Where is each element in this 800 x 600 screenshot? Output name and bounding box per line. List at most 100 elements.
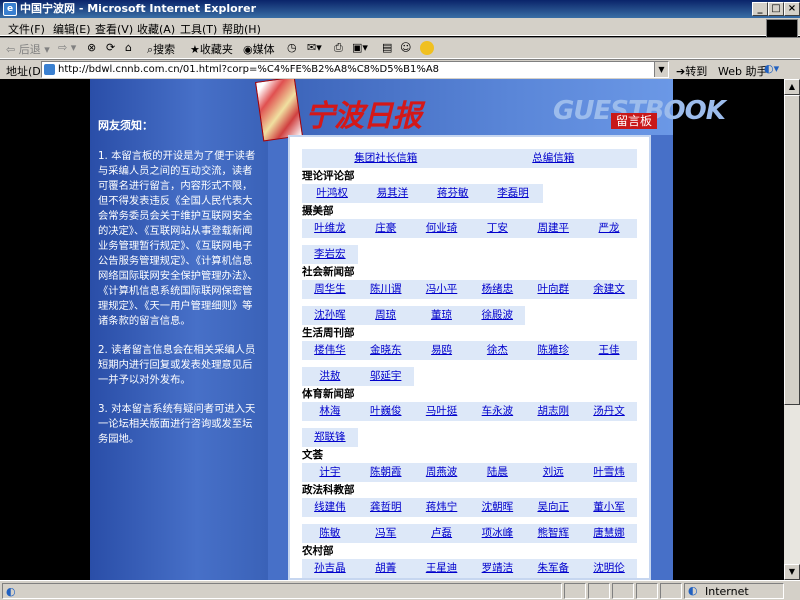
close-button[interactable]: ×	[784, 2, 800, 16]
staff-link[interactable]: 徐殿波	[469, 306, 525, 325]
menu-favorites[interactable]: 收藏(A)	[137, 21, 175, 37]
staff-link[interactable]: 易鸥	[414, 341, 470, 360]
menu-tools[interactable]: 工具(T)	[180, 21, 217, 37]
media-button[interactable]: ◉媒体	[243, 41, 275, 57]
staff-link[interactable]: 叶巍俊	[358, 402, 414, 421]
staff-link[interactable]: 项冰峰	[469, 524, 525, 543]
staff-link[interactable]: 楼伟华	[302, 341, 358, 360]
print-icon[interactable]: ⎙	[334, 41, 343, 55]
discuss-icon[interactable]: ▤	[382, 41, 392, 54]
staff-link[interactable]: 叶雪炜	[581, 463, 637, 482]
staff-link[interactable]: 严龙	[581, 219, 637, 238]
go-button[interactable]: ➔转到	[676, 63, 707, 79]
staff-link[interactable]: 蒋炜宁	[414, 498, 470, 517]
maximize-button[interactable]: □	[768, 2, 784, 16]
staff-link[interactable]: 胡菁	[358, 559, 414, 578]
address-url: http://bdwl.cnnb.com.cn/01.html?corp=%C4…	[58, 64, 440, 75]
staff-link[interactable]: 金晓东	[358, 341, 414, 360]
staff-link[interactable]: 郑联锋	[302, 428, 358, 447]
staff-link[interactable]: 周建平	[525, 219, 581, 238]
staff-link[interactable]: 沈孙晖	[302, 306, 358, 325]
staff-link[interactable]: 蒋芬敏	[423, 184, 483, 203]
web-help-button[interactable]: Web 助手	[718, 63, 767, 79]
staff-link[interactable]: 董琼	[414, 306, 470, 325]
back-button[interactable]: ⇦ 后退 ▾	[6, 41, 50, 57]
smiley-icon[interactable]	[420, 41, 436, 55]
scroll-thumb[interactable]	[784, 95, 800, 405]
staff-link[interactable]: 叶维龙	[302, 219, 358, 238]
link-president-mailbox[interactable]: 集团社长信箱	[302, 149, 470, 168]
refresh-icon[interactable]: ⟳	[106, 41, 115, 54]
edit-icon[interactable]: ▣▾	[352, 41, 368, 54]
globe-icon[interactable]: ◐▾	[764, 62, 779, 75]
staff-link[interactable]: 易其洋	[362, 184, 422, 203]
staff-link[interactable]: 王星迪	[414, 559, 470, 578]
staff-link[interactable]: 洪敖	[302, 367, 358, 386]
menu-view[interactable]: 查看(V)	[95, 21, 133, 37]
staff-link[interactable]: 陈敏	[302, 524, 358, 543]
staff-link[interactable]: 吴向正	[525, 498, 581, 517]
staff-link[interactable]: 龚哲明	[358, 498, 414, 517]
address-dropdown-arrow-icon[interactable]: ▼	[654, 62, 668, 77]
staff-link[interactable]: 周华生	[302, 280, 358, 299]
favorites-button[interactable]: ★收藏夹	[190, 41, 233, 57]
staff-link[interactable]: 陈雅珍	[525, 341, 581, 360]
staff-link[interactable]: 冯军	[358, 524, 414, 543]
staff-link[interactable]: 车永波	[469, 402, 525, 421]
staff-link[interactable]: 叶向群	[525, 280, 581, 299]
staff-link[interactable]: 周琼	[358, 306, 414, 325]
staff-link[interactable]: 董小军	[581, 498, 637, 517]
forward-button[interactable]: ⇨ ▾	[58, 41, 76, 54]
staff-link[interactable]: 胡志刚	[525, 402, 581, 421]
staff-link[interactable]: 邬延宇	[358, 367, 414, 386]
scroll-down-arrow-icon[interactable]: ▼	[784, 564, 800, 580]
staff-link[interactable]: 刘远	[525, 463, 581, 482]
staff-link[interactable]: 丁安	[469, 219, 525, 238]
stop-icon[interactable]: ⊗	[87, 41, 96, 54]
staff-link[interactable]: 陈朝霞	[358, 463, 414, 482]
staff-link[interactable]: 罗靖洁	[469, 559, 525, 578]
staff-link[interactable]: 沈朝晖	[469, 498, 525, 517]
staff-link[interactable]: 王佳	[581, 341, 637, 360]
history-icon[interactable]: ◷	[287, 41, 297, 54]
messenger-icon[interactable]: ☺	[400, 41, 411, 54]
staff-link[interactable]: 卢磊	[414, 524, 470, 543]
staff-link[interactable]: 朱军备	[525, 559, 581, 578]
staff-link[interactable]: 李岩宏	[302, 245, 358, 264]
address-label: 地址(D)	[6, 65, 46, 78]
staff-link[interactable]: 线建伟	[302, 498, 358, 517]
staff-link[interactable]: 熊智辉	[525, 524, 581, 543]
scroll-up-arrow-icon[interactable]: ▲	[784, 79, 800, 95]
staff-link[interactable]: 汤丹文	[581, 402, 637, 421]
menu-edit[interactable]: 编辑(E)	[53, 21, 91, 37]
vertical-scrollbar[interactable]: ▲ ▼	[784, 79, 800, 580]
link-editor-mailbox[interactable]: 总编信箱	[470, 149, 638, 168]
home-icon[interactable]: ⌂	[125, 41, 132, 54]
staff-link[interactable]: 陆晨	[469, 463, 525, 482]
staff-link[interactable]: 周燕波	[414, 463, 470, 482]
staff-link[interactable]: 李磊明	[483, 184, 543, 203]
staff-link[interactable]: 计宇	[302, 463, 358, 482]
minimize-button[interactable]: _	[752, 2, 768, 16]
staff-link[interactable]: 沈明伦	[581, 559, 637, 578]
staff-link[interactable]: 孙吉晶	[302, 559, 358, 578]
address-input[interactable]: http://bdwl.cnnb.com.cn/01.html?corp=%C4…	[41, 61, 669, 78]
staff-link[interactable]: 唐慧娜	[581, 524, 637, 543]
section-title: 社会新闻部	[302, 266, 355, 278]
staff-link[interactable]: 冯小平	[414, 280, 470, 299]
staff-link[interactable]: 何业琦	[414, 219, 470, 238]
menu-bar: 文件(F) 编辑(E) 查看(V) 收藏(A) 工具(T) 帮助(H)	[0, 18, 800, 36]
menu-help[interactable]: 帮助(H)	[222, 21, 261, 37]
staff-link[interactable]: 叶鸿权	[302, 184, 362, 203]
name-row: 郑联锋	[302, 428, 358, 447]
staff-link[interactable]: 陈川谓	[358, 280, 414, 299]
staff-link[interactable]: 杨绪忠	[469, 280, 525, 299]
mail-icon[interactable]: ✉▾	[307, 41, 322, 54]
staff-link[interactable]: 余建文	[581, 280, 637, 299]
menu-file[interactable]: 文件(F)	[8, 21, 45, 37]
staff-link[interactable]: 庄豪	[358, 219, 414, 238]
staff-link[interactable]: 马叶挺	[414, 402, 470, 421]
staff-link[interactable]: 林海	[302, 402, 358, 421]
staff-link[interactable]: 徐杰	[469, 341, 525, 360]
search-button[interactable]: ⌕搜索	[147, 41, 175, 57]
